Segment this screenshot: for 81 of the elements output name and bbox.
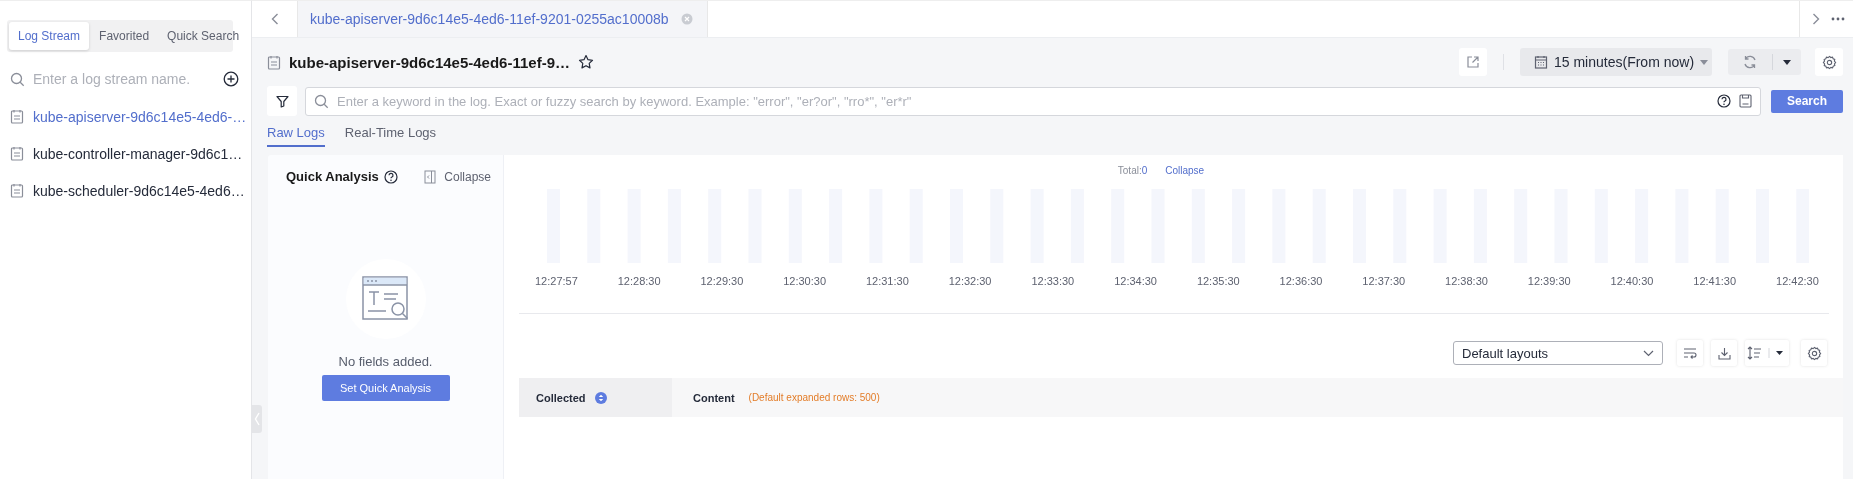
settings-icon	[1821, 54, 1837, 70]
layout-select[interactable]: Default layouts	[1453, 341, 1663, 365]
search-icon	[10, 71, 25, 87]
time-axis-label: 12:42:30	[1776, 275, 1819, 289]
document-icon	[10, 146, 24, 161]
document-icon	[10, 183, 24, 198]
empty-message: No fields added.	[338, 354, 433, 369]
sidebar-tab[interactable]: Favorited	[91, 22, 158, 50]
column-note: (Default expanded rows: 500)	[748, 392, 880, 403]
time-axis-label: 12:34:30	[1114, 275, 1157, 289]
log-stream-item[interactable]: kube-scheduler-9d6c14e5-4ed6…	[0, 172, 251, 209]
view-tab[interactable]: Real-Time Logs	[344, 123, 437, 147]
time-axis-label: 12:38:30	[1445, 275, 1488, 289]
collapse-icon[interactable]	[424, 169, 437, 184]
wrap-icon	[1683, 347, 1697, 359]
external-link-icon	[1466, 55, 1480, 69]
keyword-input[interactable]: Enter a keyword in the log. Exact or fuzzy search by keyword. Example: "error", "er?or", "rro*", "er*r"	[337, 93, 1709, 109]
download-button[interactable]	[1711, 340, 1737, 366]
log-stream-item[interactable]: kube-controller-manager-9d6c1…	[0, 135, 251, 172]
keyword-search-field[interactable]: Enter a keyword in the log. Exact or fuzzy search by keyword. Example: "error", "er?or", "rro*", "er*r"	[305, 86, 1761, 116]
sort-button[interactable]	[1745, 340, 1789, 366]
search-button[interactable]: Search	[1771, 89, 1843, 113]
column-header: Collected	[536, 391, 586, 404]
time-axis-label: 12:35:30	[1196, 275, 1240, 289]
time-axis-label: 12:31:30	[865, 275, 909, 289]
caret-icon	[1783, 59, 1791, 65]
calendar-icon	[1534, 55, 1548, 69]
view-tab[interactable]: Raw Logs	[267, 123, 325, 147]
time-axis-label: 12:37:30	[1362, 275, 1406, 289]
caret-icon	[1700, 59, 1709, 65]
stream-search-field[interactable]: Enter a log stream name.	[33, 71, 215, 87]
chevron-right-icon[interactable]	[1811, 13, 1820, 25]
help-icon[interactable]	[383, 169, 398, 184]
settings-button[interactable]	[1815, 48, 1843, 76]
set-quick-analysis-button[interactable]: Set Quick Analysis	[321, 375, 450, 401]
tab-title: kube-apiserver-9d6c14e5-4ed6-11ef-9201-0255ac10008b	[310, 11, 669, 27]
sidebar-tab[interactable]: Quick Search	[159, 22, 248, 50]
chevron-left-icon	[254, 412, 260, 426]
time-axis-label: 12:29:30	[700, 275, 744, 289]
time-axis-label: 12:41:30	[1693, 275, 1737, 289]
search-icon	[314, 93, 329, 109]
settings-icon	[1806, 345, 1822, 361]
chevron-left-icon[interactable]	[270, 13, 279, 25]
time-axis-label: 12:27:57	[535, 275, 578, 289]
log-stream-item[interactable]: kube-apiserver-9d6c14e5-4ed6-…	[0, 98, 251, 135]
panel-title: Quick Analysis	[286, 169, 379, 184]
total-count: 0	[1141, 165, 1148, 176]
filter-button[interactable]	[267, 86, 297, 116]
star-icon[interactable]	[578, 54, 594, 70]
time-axis-label: 12:28:30	[617, 275, 661, 289]
total-label: Total:	[1117, 165, 1142, 176]
add-icon[interactable]	[223, 71, 239, 87]
document-icon	[267, 54, 281, 70]
file-tab[interactable]: kube-apiserver-9d6c14e5-4ed6-11ef-9201-0255ac10008b	[297, 1, 708, 37]
log-stream-name: kube-scheduler-9d6c14e5-4ed6…	[33, 182, 245, 199]
time-axis-label: 12:32:30	[948, 275, 992, 289]
time-range-button[interactable]: 15 minutes(From now)	[1520, 48, 1712, 76]
help-icon[interactable]	[1717, 94, 1731, 108]
save-icon[interactable]	[1739, 94, 1752, 108]
column-header: Content	[693, 391, 735, 404]
log-stream-name: kube-apiserver-9d6c14e5-4ed6-…	[33, 108, 247, 125]
sort-icon[interactable]	[594, 391, 607, 404]
collapse-link[interactable]: Collapse	[444, 169, 491, 184]
download-icon	[1717, 346, 1731, 360]
collapse-handle[interactable]	[252, 405, 262, 433]
refresh-icon	[1742, 54, 1758, 70]
time-axis-label: 12:30:30	[783, 275, 827, 289]
chevron-down-icon	[1643, 349, 1654, 357]
more-icon[interactable]	[1831, 17, 1845, 21]
log-stream-name: kube-controller-manager-9d6c1…	[33, 145, 243, 162]
document-icon	[10, 109, 24, 124]
settings-button[interactable]	[1801, 340, 1827, 366]
log-stream-title: kube-apiserver-9d6c14e5-4ed6-11ef-9…	[289, 53, 570, 71]
filter-icon	[275, 94, 289, 108]
empty-search-drawing	[361, 276, 410, 322]
time-axis-label: 12:33:30	[1031, 275, 1075, 289]
time-axis-label: 12:36:30	[1279, 275, 1323, 289]
time-axis-label: 12:39:30	[1527, 275, 1571, 289]
time-axis-label: 12:40:30	[1610, 275, 1654, 289]
sidebar-tab[interactable]: Log Stream	[9, 22, 90, 50]
collapse-link[interactable]: Collapse	[1165, 165, 1205, 176]
